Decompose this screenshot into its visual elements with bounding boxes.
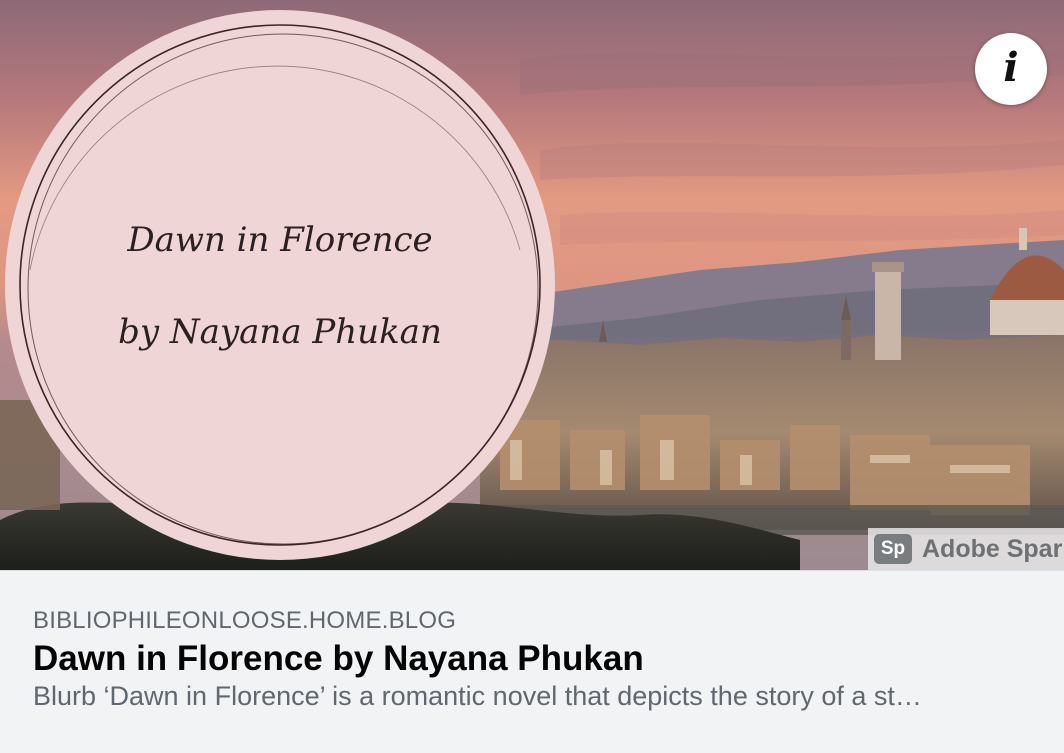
adobe-spark-logo-icon: Sp	[874, 534, 912, 564]
watermark-text: Adobe Spar	[922, 534, 1063, 563]
overlay-title-line1: Dawn in Florence	[127, 220, 433, 260]
link-description: Blurb ‘Dawn in Florence’ is a romantic n…	[33, 681, 922, 711]
info-button[interactable]: i	[975, 33, 1047, 105]
adobe-spark-watermark: Sp Adobe Spar	[868, 528, 1064, 570]
overlay-title-line2: by Nayana Phukan	[118, 312, 442, 352]
info-icon: i	[1003, 44, 1019, 91]
preview-image[interactable]: Dawn in Florence by Nayana Phukan i Sp A…	[0, 0, 1064, 570]
link-preview-card[interactable]: Dawn in Florence by Nayana Phukan i Sp A…	[0, 0, 1064, 753]
link-preview-meta[interactable]: BIBLIOPHILEONLOOSE.HOME.BLOG Dawn in Flo…	[0, 570, 1064, 753]
link-domain: BIBLIOPHILEONLOOSE.HOME.BLOG	[33, 607, 457, 634]
link-title[interactable]: Dawn in Florence by Nayana Phukan	[33, 639, 644, 679]
florence-cityscape-image	[0, 0, 1064, 570]
